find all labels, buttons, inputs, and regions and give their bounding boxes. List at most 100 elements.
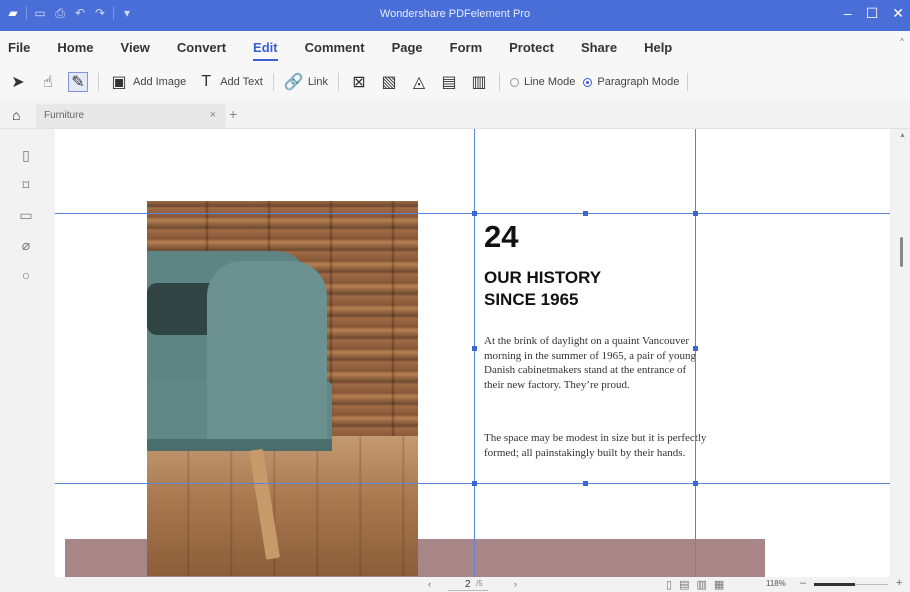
tab-label: Furniture	[44, 110, 85, 121]
menu-comment[interactable]: Comment	[305, 36, 365, 59]
two-page-view-icon[interactable]: ▥	[696, 578, 706, 591]
divider	[272, 73, 274, 91]
image-icon: ▣	[111, 74, 127, 91]
menu-file[interactable]: File	[8, 36, 30, 59]
bates-number-button[interactable]: ▥	[469, 69, 489, 95]
line-mode-label: Line Mode	[524, 76, 576, 88]
edit-icon: ✎	[68, 72, 88, 92]
resize-handle[interactable]	[693, 481, 698, 486]
radio-dot	[510, 77, 519, 87]
close-button[interactable]: ✕	[892, 5, 904, 22]
search-icon[interactable]: ○	[18, 267, 34, 283]
menu-edit[interactable]: Edit	[253, 36, 278, 61]
resize-handle[interactable]	[472, 211, 477, 216]
bookmark-icon[interactable]: ⌑	[18, 177, 34, 193]
divider	[687, 73, 689, 91]
cursor-icon: ➤	[11, 74, 25, 91]
single-page-view-icon[interactable]: ▯	[666, 578, 672, 591]
paragraph-2[interactable]: The space may be modest in size but it i…	[484, 431, 709, 460]
bates-number-icon: ▥	[471, 74, 487, 91]
line-mode-radio[interactable]: Line Mode	[510, 76, 575, 88]
page-number-heading[interactable]: 24	[484, 219, 518, 255]
add-image-button[interactable]: ▣ Add Image	[109, 69, 186, 95]
resize-handle[interactable]	[472, 346, 477, 351]
vertical-scrollbar[interactable]: ▲	[890, 129, 910, 577]
history-heading[interactable]: OUR HISTORY SINCE 1965	[484, 267, 704, 311]
edit-toolbar: ➤ ☝ ✎ ▣ Add Image T Add Text 🔗 Link ⊠ ▧ ◬ ▤…	[0, 63, 910, 101]
zoom-level[interactable]: 118%	[766, 579, 786, 588]
add-text-button[interactable]: T Add Text	[196, 69, 263, 95]
paragraph-mode-radio[interactable]: Paragraph Mode	[583, 76, 679, 88]
paragraph-1[interactable]: At the brink of daylight on a quaint Van…	[484, 334, 709, 392]
resize-handle[interactable]	[583, 481, 588, 486]
watermark-button[interactable]: ▧	[379, 69, 399, 95]
crop-icon: ⊠	[352, 74, 366, 91]
menu-view[interactable]: View	[121, 36, 150, 59]
sofa-arm	[207, 261, 327, 451]
heading-line-2: SINCE 1965	[484, 290, 579, 309]
sofa-base	[147, 439, 332, 451]
link-icon: 🔗	[283, 74, 304, 91]
continuous-view-icon[interactable]: ▤	[679, 578, 689, 591]
sofa-image[interactable]	[147, 201, 418, 576]
crop-button[interactable]: ⊠	[349, 69, 369, 95]
menu-help[interactable]: Help	[644, 36, 672, 59]
add-image-label: Add Image	[133, 76, 187, 88]
minimize-button[interactable]: –	[844, 5, 852, 22]
header-footer-button[interactable]: ▤	[439, 69, 459, 95]
zoom-out-button[interactable]: –	[800, 577, 806, 589]
divider	[338, 73, 339, 91]
header-footer-icon: ▤	[441, 74, 457, 91]
radio-dot-selected	[583, 77, 593, 87]
menu-protect[interactable]: Protect	[509, 36, 554, 59]
guide-line-vertical	[695, 129, 696, 577]
hand-icon: ☝	[43, 74, 53, 91]
window-controls: – ☐ ✕	[844, 5, 904, 22]
left-panel: ▯ ⌑ ▭ ⌀ ○	[0, 129, 45, 592]
link-button[interactable]: 🔗 Link	[284, 69, 328, 95]
background-button[interactable]: ◬	[409, 69, 429, 95]
link-label: Link	[307, 76, 328, 88]
hand-tool-button[interactable]: ☝	[38, 69, 58, 95]
window-title: Wondershare PDFelement Pro	[379, 8, 531, 20]
menu-share[interactable]: Share	[581, 36, 617, 59]
menu-home[interactable]: Home	[57, 36, 93, 59]
zoom-slider-fill	[814, 583, 855, 586]
divider	[98, 73, 99, 91]
grid-view-icon[interactable]: ▦	[714, 578, 724, 591]
resize-handle[interactable]	[693, 211, 698, 216]
maximize-button[interactable]: ☐	[866, 5, 879, 22]
scrollbar-thumb[interactable]	[900, 237, 903, 267]
tab-furniture[interactable]: Furniture ×	[36, 104, 226, 128]
current-page: 2	[465, 579, 471, 590]
next-page-icon[interactable]: ›	[514, 579, 517, 589]
menu-form[interactable]: Form	[450, 36, 483, 59]
thumbnail-icon[interactable]: ▯	[18, 147, 34, 163]
attachment-icon[interactable]: ⌀	[18, 237, 34, 253]
zoom-in-button[interactable]: +	[896, 577, 902, 589]
zoom-slider[interactable]	[814, 583, 888, 586]
close-tab-icon[interactable]: ×	[210, 109, 216, 121]
previous-page-icon[interactable]: ‹	[428, 579, 431, 589]
select-tool-button[interactable]: ➤	[8, 69, 28, 95]
resize-handle[interactable]	[693, 346, 698, 351]
resize-handle[interactable]	[472, 481, 477, 486]
collapse-ribbon-icon[interactable]: ^	[900, 37, 904, 46]
add-text-label: Add Text	[220, 76, 263, 88]
edit-tool-button[interactable]: ✎	[68, 69, 88, 95]
status-bar: ‹ 2 /5 › ▯ ▤ ▥ ▦ 118% – +	[0, 577, 910, 592]
home-icon[interactable]: ⌂	[12, 107, 20, 123]
comment-icon[interactable]: ▭	[18, 207, 34, 223]
document-tab-strip: ⌂ Furniture × +	[0, 101, 910, 129]
new-tab-button[interactable]: +	[229, 106, 237, 122]
view-mode-group: ▯ ▤ ▥ ▦	[666, 578, 724, 591]
page-number-field[interactable]: 2 /5	[448, 578, 488, 591]
menu-bar: File Home View Convert Edit Comment Page…	[0, 31, 910, 63]
heading-line-1: OUR HISTORY	[484, 268, 602, 287]
scroll-up-icon[interactable]: ▲	[899, 132, 906, 139]
guide-line-vertical	[474, 129, 475, 577]
menu-page[interactable]: Page	[392, 36, 423, 59]
text-icon: T	[201, 73, 212, 90]
resize-handle[interactable]	[583, 211, 588, 216]
menu-convert[interactable]: Convert	[177, 36, 226, 59]
